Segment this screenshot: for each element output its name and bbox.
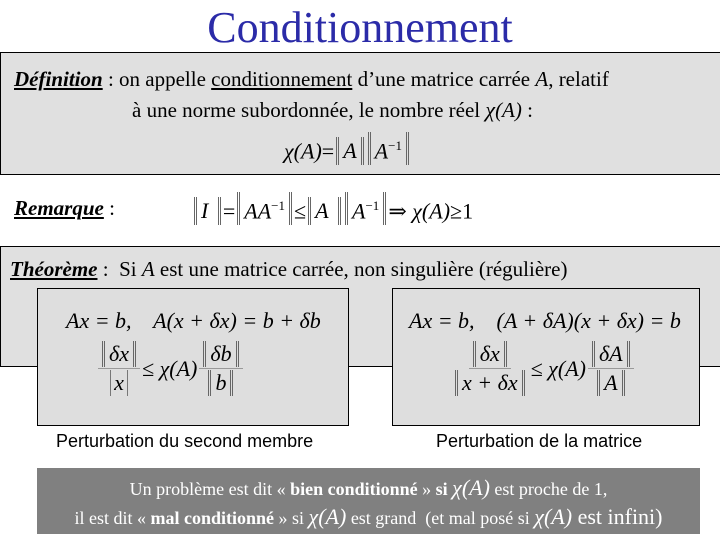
remark-line: Remarque : [14,195,115,221]
inequality-mid: ≤ χ(A) [530,355,586,381]
conclusion-bold: mal conditionné [150,508,275,528]
caption-second-member: Perturbation du second membre [56,431,314,451]
frac-numerator: δx [102,341,136,367]
chi-symbol: χ [485,97,496,122]
theorem-var: A [141,257,155,281]
norm-a: A [336,137,364,166]
formula-lhs: χ(A) [284,138,322,164]
conclusion-text: est proche de 1, [489,479,608,499]
formula-a: A [343,138,357,164]
slide-title: Conditionnement [207,3,513,52]
frac-numerator: δA [591,341,630,367]
conclusion-bold: si [435,479,448,499]
panel-inequality: δx x ≤ χ(A) δb b [96,341,245,396]
formula-ge: ≥ [450,198,463,224]
formula-eq: = [222,198,236,224]
chi-symbol: χ(A) [534,504,573,529]
norm-identity: I [194,197,221,226]
definition-text: à une norme subordonnée, le nombre réel [132,98,486,122]
formula-le: ≤ [293,198,307,224]
definition-line-2: à une norme subordonnée, le nombre réel … [132,97,533,123]
definition-text: , relatif [548,67,609,91]
conclusion-text: » si [274,508,309,528]
formula-eq: = [321,138,335,164]
conclusion-line-1: Un problème est dit « bien conditionné »… [37,476,700,501]
frac-denominator: x [110,370,128,396]
frac-numerator: δx [472,341,507,367]
definition-line-1: Définition : on appelle conditionnement … [14,66,609,92]
formula-one: 1 [462,198,474,224]
formula-a: A [352,198,366,224]
chi-symbol: χ(A) [308,504,347,529]
definition-sep: : [102,67,120,91]
conclusion-band: Un problème est dit « bien conditionné »… [37,468,700,534]
panel-matrix: Ax = b, (A + δA)(x + δx) = b δx x + δx ≤… [392,288,700,426]
theorem-text: Si [119,257,142,281]
definition-text: d’une matrice carrée [352,67,536,91]
definition-var: (A) [495,98,522,122]
theorem-line: Théorème : Si A est une matrice carrée, … [10,256,567,282]
caption-matrix: Perturbation de la matrice [436,431,643,451]
conclusion-text: est infini) [572,504,663,529]
conclusion-bold: bien conditionné [290,479,418,499]
frac-denominator: x + δx [455,370,525,396]
norm-a-inverse: A−1 [367,132,409,166]
chi-symbol: χ(A) [452,475,490,500]
definition-label: Définition [14,67,103,91]
fraction-left: δx x + δx [451,341,529,396]
panel-inequality: δx x + δx ≤ χ(A) δA A [449,341,636,396]
inequality-mid: ≤ χ(A) [142,355,198,381]
definition-var: A [535,67,549,91]
definition-term: conditionnement [211,67,353,91]
conclusion-line-2: il est dit « mal conditionné » si χ(A) e… [37,504,700,531]
remark-formula: I = AA−1 ≤ A A−1 ⇒ χ(A)≥1 [192,192,474,226]
formula-i: I [201,198,209,224]
theorem-text: est une matrice carrée, non singulière (… [154,257,568,281]
conclusion-text: est grand (et mal posé si [346,508,535,528]
norm-a: A [308,197,342,226]
fraction-right: δA A [587,341,634,396]
remark-label: Remarque [14,196,104,220]
theorem-label: Théorème [10,257,98,281]
formula-chi: χ(A) [412,198,451,224]
conclusion-text: il est dit « [74,508,151,528]
norm-a-inverse: A−1 [345,192,387,226]
remark-sep: : [103,196,115,220]
frac-numerator: δb [203,341,239,367]
formula-implies: ⇒ [388,198,407,224]
fraction-right: δb b [199,341,243,396]
fraction-left: δx x [98,341,140,396]
condition-number-formula: χ(A)= A A−1 [284,132,411,166]
conclusion-text: Un problème est dit « [129,479,291,499]
panel-equation: Ax = b, A(x + δx) = b + δb [66,308,321,333]
formula-exponent: −1 [388,138,402,153]
formula-aa: AA [244,198,272,224]
panel-second-member: Ax = b, A(x + δx) = b + δb δx x ≤ χ(A) δ… [37,288,349,426]
formula-exponent: −1 [271,198,285,213]
conclusion-text: » [417,479,436,499]
frac-denominator: A [597,370,625,396]
definition-text: : [521,98,533,122]
frac-denominator: b [208,370,234,396]
norm-a-a-inverse: AA−1 [237,192,292,226]
definition-text: on appelle [119,67,212,91]
formula-a: A [315,198,329,224]
panel-equation: Ax = b, (A + δA)(x + δx) = b [409,308,681,333]
formula-exponent: −1 [365,198,380,213]
formula-a: A [374,138,389,164]
theorem-sep: : [97,257,120,281]
